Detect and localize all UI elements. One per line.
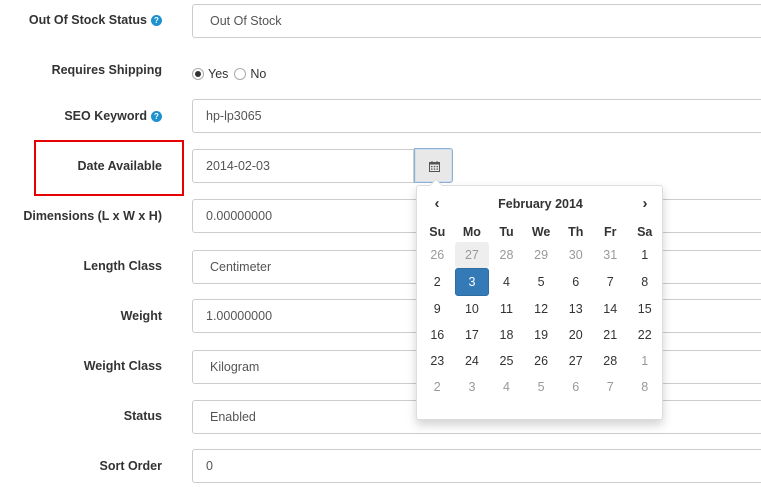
- calendar-day[interactable]: 6: [558, 374, 593, 400]
- weight-class-label: Weight Class: [83, 359, 162, 373]
- calendar-day[interactable]: 13: [558, 296, 593, 322]
- weekday-header: Tu: [499, 225, 514, 239]
- calendar-week-row: 2345678: [420, 374, 662, 400]
- status-label: Status: [123, 409, 162, 423]
- calendar-day[interactable]: 29: [524, 242, 559, 268]
- date-available-label: Date Available: [77, 159, 162, 173]
- weight-class-value: Kilogram: [210, 360, 260, 374]
- chevron-right-icon[interactable]: ›: [635, 195, 655, 212]
- sort-order-input[interactable]: 0: [192, 449, 761, 483]
- calendar-day[interactable]: 30: [558, 242, 593, 268]
- shipping-yes-radio[interactable]: [192, 68, 204, 80]
- dimensions-label: Dimensions (L x W x H): [23, 209, 162, 223]
- shipping-yes-label[interactable]: Yes: [208, 67, 228, 81]
- calendar-day[interactable]: 4: [489, 268, 523, 296]
- calendar-day[interactable]: 15: [627, 296, 662, 322]
- calendar-day[interactable]: 14: [593, 296, 627, 322]
- calendar-week-row: 2345678: [420, 268, 662, 296]
- datepicker-dropdown: ‹ February 2014 › Su Mo Tu We Th Fr Sa 26 27 28 2…: [416, 179, 664, 420]
- weight-value: 1.00000000: [206, 309, 273, 323]
- out-of-stock-select[interactable]: Out Of Stock: [192, 4, 761, 38]
- weekday-header: Th: [568, 225, 584, 239]
- date-available-input[interactable]: 2014-02-03: [192, 149, 414, 183]
- datepicker-month-title[interactable]: February 2014: [417, 197, 664, 211]
- calendar-day[interactable]: 10: [455, 296, 490, 322]
- calendar-day[interactable]: 8: [627, 268, 662, 296]
- status-value: Enabled: [210, 410, 256, 424]
- calendar-day[interactable]: 31: [593, 242, 627, 268]
- weight-label: Weight: [120, 309, 162, 323]
- weekday-header: We: [531, 225, 551, 239]
- calendar-day[interactable]: 3: [455, 374, 490, 400]
- calendar-day[interactable]: 6: [558, 268, 593, 296]
- calendar-button[interactable]: [414, 148, 453, 183]
- shipping-no-label[interactable]: No: [250, 67, 266, 81]
- calendar-day[interactable]: 4: [489, 374, 523, 400]
- calendar-day[interactable]: 23: [420, 348, 455, 374]
- calendar-day[interactable]: 27: [454, 242, 490, 268]
- question-circle-icon[interactable]: ?: [151, 15, 162, 26]
- calendar-day[interactable]: 7: [593, 374, 627, 400]
- calendar-day[interactable]: 16: [420, 322, 455, 348]
- question-circle-icon[interactable]: ?: [151, 111, 162, 122]
- calendar-day-selected[interactable]: 3: [454, 268, 490, 296]
- calendar-day[interactable]: 2: [420, 268, 455, 296]
- requires-shipping-radio-group: Yes No: [192, 64, 272, 84]
- weekday-header: Sa: [637, 225, 653, 239]
- out-of-stock-label: Out Of Stock Status?: [0, 13, 162, 27]
- out-of-stock-value: Out Of Stock: [210, 14, 282, 28]
- calendar-day[interactable]: 22: [627, 322, 662, 348]
- calendar-day[interactable]: 26: [524, 348, 559, 374]
- calendar-day[interactable]: 27: [558, 348, 593, 374]
- calendar-day[interactable]: 25: [489, 348, 523, 374]
- calendar-week-row: 26 27 28 29 30 31 1: [420, 242, 662, 268]
- calendar-day[interactable]: 2: [420, 374, 455, 400]
- calendar-week-row: 9 10 11 12 13 14 15: [420, 296, 662, 322]
- calendar-day[interactable]: 5: [524, 268, 559, 296]
- calendar-week-row: 16 17 18 19 20 21 22: [420, 322, 662, 348]
- calendar-day[interactable]: 18: [489, 322, 523, 348]
- datepicker-calendar-grid: Su Mo Tu We Th Fr Sa 26 27 28 29 30 31 1 2 3 4 5 6 7 8 9 10 11…: [420, 222, 662, 400]
- dimensions-value: 0.00000000: [206, 209, 273, 223]
- calendar-day[interactable]: 11: [489, 296, 523, 322]
- sort-order-value: 0: [206, 459, 213, 473]
- date-available-value: 2014-02-03: [206, 159, 270, 173]
- calendar-day[interactable]: 1: [627, 348, 662, 374]
- calendar-day[interactable]: 21: [593, 322, 627, 348]
- calendar-day[interactable]: 1: [627, 242, 662, 268]
- sort-order-label: Sort Order: [99, 459, 162, 473]
- calendar-day[interactable]: 5: [524, 374, 559, 400]
- calendar-day[interactable]: 7: [593, 268, 627, 296]
- requires-shipping-label: Requires Shipping: [51, 63, 162, 77]
- calendar-day[interactable]: 8: [627, 374, 662, 400]
- weekday-header: Mo: [462, 225, 481, 239]
- length-class-value: Centimeter: [210, 260, 272, 274]
- calendar-day[interactable]: 9: [420, 296, 455, 322]
- shipping-no-radio[interactable]: [234, 68, 247, 80]
- seo-keyword-input[interactable]: hp-lp3065: [192, 99, 761, 133]
- calendar-day[interactable]: 26: [420, 242, 455, 268]
- calendar-day[interactable]: 20: [558, 322, 593, 348]
- weekday-header: Su: [429, 225, 446, 239]
- calendar-day[interactable]: 28: [489, 242, 523, 268]
- calendar-icon: [429, 161, 440, 172]
- calendar-day[interactable]: 24: [455, 348, 490, 374]
- seo-keyword-value: hp-lp3065: [206, 109, 262, 123]
- calendar-day[interactable]: 28: [593, 348, 627, 374]
- calendar-day[interactable]: 19: [524, 322, 559, 348]
- weekday-header: Fr: [603, 225, 617, 239]
- seo-keyword-label: SEO Keyword?: [0, 109, 162, 123]
- length-class-label: Length Class: [83, 259, 163, 273]
- calendar-week-row: 23 24 25 26 27 28 1: [420, 348, 662, 374]
- calendar-day[interactable]: 17: [455, 322, 490, 348]
- calendar-day[interactable]: 12: [524, 296, 559, 322]
